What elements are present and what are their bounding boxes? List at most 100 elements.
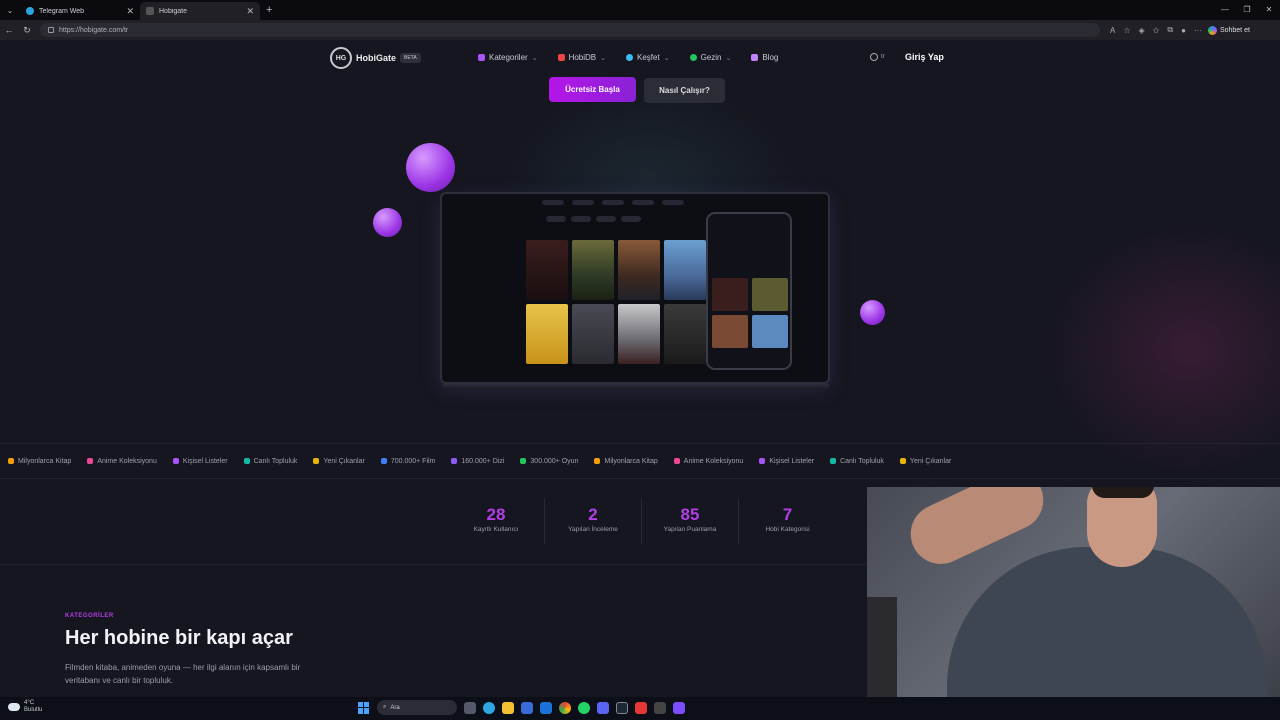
close-tab-icon[interactable]: ✕ (246, 6, 254, 17)
language-code: tr (881, 54, 885, 60)
hero-device-mockup (440, 192, 830, 384)
new-tab-icon[interactable]: + (266, 4, 272, 16)
file-explorer-icon[interactable] (502, 701, 514, 714)
ticker-label: Yeni Çıkanlar (323, 457, 365, 465)
decorative-bubble (860, 300, 885, 325)
collections-icon[interactable]: ⧉ (1167, 25, 1173, 35)
app-icon[interactable] (635, 701, 647, 714)
how-it-works-button[interactable]: Nasıl Çalışır? (644, 78, 725, 103)
menu-kategoriler[interactable]: Kategoriler ⌄ (478, 53, 538, 62)
community-icon (243, 458, 250, 464)
stat-value: 2 (588, 505, 598, 524)
ticker-item: Anime Koleksiyonu (87, 458, 157, 465)
list-icon (759, 458, 766, 464)
ticker-label: 700.000+ Film (390, 457, 436, 465)
login-link[interactable]: Giriş Yap (905, 52, 944, 62)
site-header: HG HobiGate BETA Kategoriler ⌄ HobiDB ⌄ … (0, 40, 1280, 76)
ticker-label: Milyonlarca Kitap (604, 457, 658, 465)
whatsapp-icon[interactable] (578, 701, 590, 714)
stat-categories: 7 Hobi Kategorisi (739, 498, 836, 544)
menu-blog[interactable]: Blog (751, 53, 778, 62)
steam-icon[interactable] (616, 701, 628, 714)
decorative-bubble (406, 143, 455, 192)
poster-image (526, 240, 568, 300)
copilot-chat-button[interactable]: Sohbet et (1207, 25, 1250, 35)
menu-kesfet[interactable]: Keşfet ⌄ (626, 53, 670, 62)
grid-icon (478, 54, 485, 61)
ticker-label: Anime Koleksiyonu (97, 457, 157, 465)
taskbar-search[interactable]: ⌕ Ara (377, 700, 457, 715)
taskbar-apps: ⌕ Ara (358, 700, 685, 715)
back-icon[interactable]: ← (0, 25, 18, 35)
chevron-down-icon: ⌄ (600, 54, 607, 62)
ticker-label: Kişisel Listeler (182, 457, 228, 465)
search-placeholder: Ara (390, 704, 400, 711)
community-icon (830, 458, 837, 464)
poster-image (618, 240, 660, 300)
url-field[interactable]: https://hobigate.com/tr (40, 23, 1100, 37)
app-icon[interactable] (673, 701, 685, 714)
read-aloud-icon[interactable]: A (1110, 26, 1115, 35)
extensions-icon[interactable]: ◈ (1139, 26, 1145, 35)
stat-ratings: 85 Yapılan Puanlama (642, 498, 739, 544)
main-menu: Kategoriler ⌄ HobiDB ⌄ Keşfet ⌄ Gezin ⌄ … (478, 53, 778, 62)
anime-icon (673, 458, 680, 464)
ticker-label: Milyonlarca Kitap (18, 457, 72, 465)
favorite-star-icon[interactable]: ☆ (1123, 26, 1130, 35)
background-glow (1040, 220, 1280, 480)
profile-icon[interactable]: ● (1181, 26, 1186, 35)
poster-image (526, 304, 568, 364)
maximize-icon[interactable]: ❐ (1236, 0, 1258, 20)
app-icon[interactable] (654, 701, 666, 714)
section-eyebrow: KATEGORİLER (65, 613, 114, 619)
menu-hobidb[interactable]: HobiDB ⌄ (557, 53, 607, 62)
stat-value: 28 (486, 505, 506, 524)
menu-label: HobiDB (568, 53, 597, 62)
mockup-tabs (546, 216, 641, 222)
start-free-button[interactable]: Ücretsiz Başla (549, 77, 636, 102)
poster-image (752, 315, 788, 348)
edge-icon[interactable] (483, 701, 495, 714)
list-icon (172, 458, 179, 464)
tab-label: Hobigate (159, 7, 188, 15)
reload-icon[interactable]: ↻ (18, 25, 36, 36)
ticker-label: Kişisel Listeler (769, 457, 815, 465)
tab-hobigate[interactable]: Hobigate ✕ (140, 2, 260, 20)
store-icon[interactable] (521, 701, 533, 714)
more-icon[interactable]: ··· (1194, 26, 1202, 35)
menu-label: Blog (762, 53, 779, 62)
section-description: Filmden kitaba, animeden oyuna — her ilg… (65, 663, 301, 685)
tab-telegram[interactable]: Telegram Web ✕ (20, 2, 140, 20)
menu-label: Kategoriler (489, 53, 528, 62)
ticker-item: Milyonlarca Kitap (8, 458, 71, 465)
discord-icon[interactable] (597, 701, 609, 714)
outlook-icon[interactable] (540, 701, 552, 714)
ticker-label: Anime Koleksiyonu (683, 457, 744, 465)
stat-value: 7 (782, 505, 793, 524)
language-switcher[interactable]: tr (870, 53, 885, 61)
site-logo[interactable]: HG HobiGate BETA (330, 47, 421, 69)
gamepad-icon (520, 458, 527, 464)
tab-actions-icon[interactable]: ⌄ (0, 0, 20, 20)
stat-users: 28 Kayıtlı Kullanıcı (448, 498, 545, 544)
poster-image (572, 240, 614, 300)
search-icon (626, 54, 634, 61)
windows-start-icon[interactable] (358, 701, 370, 714)
favorites-icon[interactable]: ✩ (1153, 26, 1160, 35)
chrome-icon[interactable] (559, 701, 571, 714)
mockup-nav (542, 200, 732, 210)
close-window-icon[interactable]: ✕ (1258, 0, 1280, 20)
minimize-icon[interactable]: — (1214, 0, 1236, 20)
tv-icon (451, 458, 458, 464)
url-text: https://hobigate.com/tr (59, 26, 129, 34)
task-view-icon[interactable] (464, 701, 476, 714)
weather-widget[interactable]: 4°C Bulutlu (8, 700, 42, 714)
browser-tab-bar: ⌄ Telegram Web ✕ Hobigate ✕ + — ❐ ✕ (0, 0, 1280, 20)
logo-mark-icon: HG (330, 47, 352, 69)
windows-taskbar: 4°C Bulutlu ⌕ Ara (0, 697, 1280, 720)
search-icon: ⌕ (383, 704, 387, 710)
close-tab-icon[interactable]: ✕ (126, 6, 134, 17)
menu-gezin[interactable]: Gezin ⌄ (689, 53, 731, 62)
weather-text: 4°C Bulutlu (24, 700, 42, 714)
ticker-label: Canlı Topluluk (253, 457, 298, 465)
